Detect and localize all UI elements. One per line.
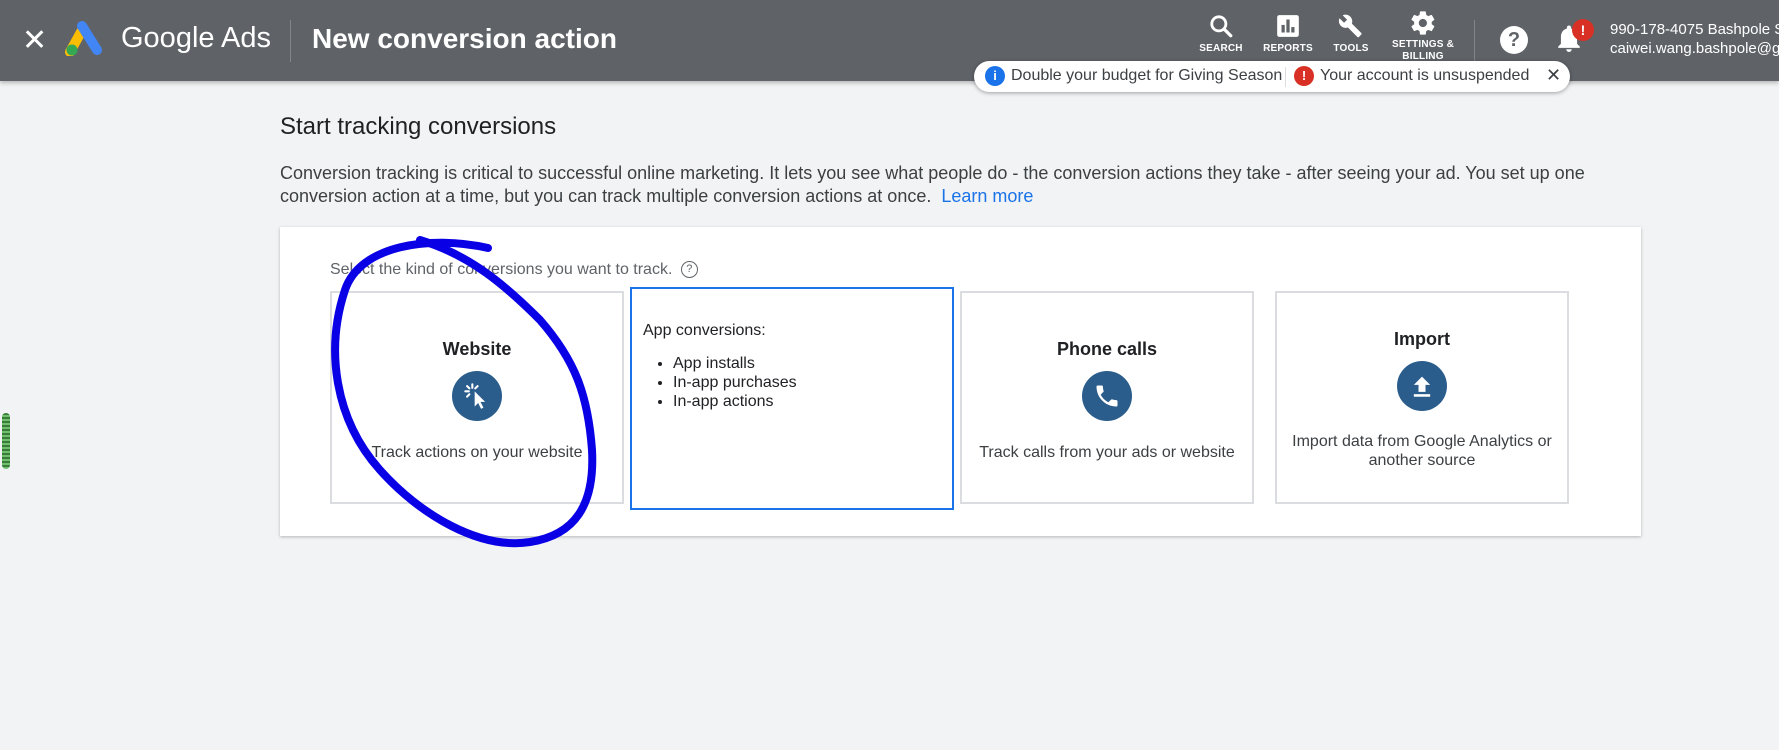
notification-giving-season[interactable]: i Double your budget for Giving Season	[985, 66, 1282, 86]
app-conversions-heading: App conversions:	[643, 322, 766, 339]
notification-alert-badge: !	[1572, 19, 1594, 41]
account-email: caiwei.wang.bashpole@g	[1610, 40, 1779, 57]
page-title: New conversion action	[312, 23, 617, 54]
cursor-click-icon	[452, 371, 502, 421]
card-description: Import data from Google Analytics or ano…	[1292, 433, 1552, 469]
notification-text: Your account is unsuspended	[1320, 67, 1530, 84]
scroll-indicator[interactable]	[2, 413, 10, 469]
search-tool-label: SEARCH	[1199, 43, 1243, 54]
title-divider	[290, 20, 291, 62]
upload-icon	[1397, 361, 1447, 411]
card-title: Website	[442, 339, 512, 359]
list-item: In-app actions	[673, 392, 797, 411]
list-item: App installs	[673, 354, 797, 373]
search-tool-button[interactable]: SEARCH	[1198, 13, 1244, 54]
help-icon[interactable]: ?	[1500, 26, 1528, 54]
card-description: Track actions on your website	[371, 444, 583, 461]
website-conversion-card[interactable]: Website Track actions on your website	[330, 291, 624, 504]
settings-billing-tool-button[interactable]: SETTINGS & BILLING	[1390, 9, 1456, 67]
app-conversion-card[interactable]: App conversions: App installs In-app pur…	[630, 287, 954, 510]
brand-name: Google Ads	[121, 22, 271, 54]
search-icon	[1210, 15, 1233, 38]
account-switcher[interactable]: 990-178-4075 Bashpole S caiwei.wang.bash…	[1610, 20, 1779, 58]
warning-icon: !	[1294, 66, 1314, 86]
reports-icon	[1277, 15, 1299, 37]
card-title: Phone calls	[1056, 339, 1158, 359]
section-description: Conversion tracking is critical to succe…	[280, 162, 1670, 208]
list-item: In-app purchases	[673, 373, 797, 392]
description-text: Conversion tracking is critical to succe…	[280, 163, 1585, 206]
import-conversion-card[interactable]: Import Import data from Google Analytics…	[1275, 291, 1569, 504]
help-icon[interactable]: ?	[680, 261, 698, 278]
app-conversions-list: App installs In-app purchases In-app act…	[673, 354, 797, 411]
close-icon[interactable]: ✕	[22, 24, 48, 58]
card-description: Track calls from your ads or website	[979, 444, 1235, 461]
tools-tool-button[interactable]: TOOLS	[1330, 13, 1372, 54]
notification-separator	[1285, 67, 1286, 87]
info-icon: i	[985, 66, 1005, 86]
notification-account-status[interactable]: ! Your account is unsuspended	[1294, 66, 1529, 86]
notification-text: Double your budget for Giving Season	[1011, 67, 1283, 84]
wrench-icon	[1338, 14, 1362, 38]
reports-tool-label: REPORTS	[1263, 43, 1313, 54]
close-icon[interactable]: ✕	[1546, 65, 1561, 86]
card-title: Import	[1394, 329, 1450, 349]
google-ads-logo	[65, 21, 102, 56]
settings-billing-tool-label: SETTINGS & BILLING	[1391, 39, 1454, 62]
account-id: 990-178-4075 Bashpole S	[1610, 21, 1779, 38]
select-prompt-text: Select the kind of conversions you want …	[330, 261, 673, 278]
learn-more-link[interactable]: Learn more	[941, 186, 1033, 206]
tools-tool-label: TOOLS	[1333, 43, 1369, 54]
toolbar-divider	[1474, 20, 1475, 62]
phone-icon	[1082, 371, 1132, 421]
gear-icon	[1411, 11, 1435, 35]
conversion-type-panel: Select the kind of conversions you want …	[280, 227, 1641, 536]
notification-pill: i Double your budget for Giving Season ! Y…	[974, 61, 1570, 92]
reports-tool-button[interactable]: REPORTS	[1262, 13, 1314, 54]
select-prompt: Select the kind of conversions you want …	[330, 261, 698, 279]
phone-calls-conversion-card[interactable]: Phone calls Track calls from your ads or…	[960, 291, 1254, 504]
section-title: Start tracking conversions	[280, 113, 557, 140]
